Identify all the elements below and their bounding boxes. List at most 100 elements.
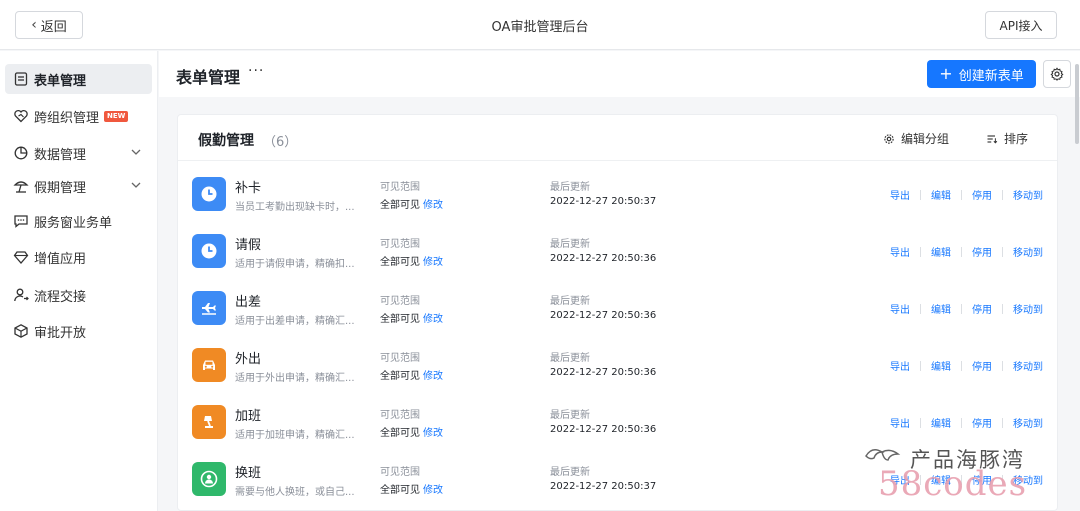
sidebar-item-data-management[interactable]: 数据管理: [5, 138, 152, 168]
scrollbar[interactable]: [1075, 64, 1079, 144]
edit-link[interactable]: 编辑: [931, 358, 951, 373]
edit-link[interactable]: 编辑: [931, 472, 951, 487]
modify-link[interactable]: 修改: [423, 428, 443, 439]
divider: [920, 360, 921, 371]
export-link[interactable]: 导出: [890, 358, 910, 373]
edit-link[interactable]: 编辑: [931, 187, 951, 202]
divider: [1002, 246, 1003, 257]
form-description: 需要与他人换班，或自己...: [235, 487, 355, 498]
sidebar-item-form-management[interactable]: 表单管理: [5, 64, 152, 94]
page-title: 表单管理: [176, 68, 241, 87]
form-group-card: 假勤管理 （6） 编辑分组 排序 补卡 当员工考勤出现缺卡时，... 可见范围 …: [177, 114, 1058, 511]
clock-icon: [192, 177, 226, 211]
sidebar-item-process-handover[interactable]: 流程交接: [5, 280, 152, 310]
disable-link[interactable]: 停用: [972, 358, 992, 373]
sidebar-item-label: 服务窗业务单: [34, 215, 113, 231]
divider: [1002, 189, 1003, 200]
more-options-icon[interactable]: ···: [248, 63, 264, 79]
disable-link[interactable]: 停用: [972, 301, 992, 316]
chevron-down-icon[interactable]: [130, 179, 142, 191]
modify-link[interactable]: 修改: [423, 200, 443, 211]
divider: [920, 474, 921, 485]
sidebar-item-cross-org[interactable]: 跨组织管理 NEW: [5, 101, 152, 131]
divider: [961, 303, 962, 314]
form-name[interactable]: 请假: [235, 234, 261, 253]
updated-label: 最后更新: [550, 410, 590, 421]
divider: [1002, 474, 1003, 485]
create-form-button[interactable]: + 创建新表单: [927, 60, 1036, 88]
sort-button[interactable]: 排序: [986, 130, 1028, 147]
updated-value: 2022-12-27 20:50:37: [550, 481, 657, 492]
edit-group-label: 编辑分组: [901, 132, 950, 146]
export-link[interactable]: 导出: [890, 244, 910, 259]
visibility-label: 可见范围: [380, 182, 420, 193]
form-row: 换班 需要与他人换班，或自己... 可见范围 全部可见 修改 最后更新 2022-…: [178, 453, 1057, 510]
disable-link[interactable]: 停用: [972, 187, 992, 202]
export-link[interactable]: 导出: [890, 415, 910, 430]
divider: [961, 246, 962, 257]
visibility-label: 可见范围: [380, 467, 420, 478]
form-description: 适用于出差申请，精确汇...: [235, 316, 355, 327]
edit-link[interactable]: 编辑: [931, 244, 951, 259]
divider: [961, 360, 962, 371]
settings-button[interactable]: [1043, 60, 1071, 88]
sort-icon: [987, 134, 998, 143]
diamond-icon: [13, 249, 29, 265]
sidebar-item-leave-management[interactable]: 假期管理: [5, 171, 152, 201]
modify-link[interactable]: 修改: [423, 485, 443, 496]
disable-link[interactable]: 停用: [972, 415, 992, 430]
disable-link[interactable]: 停用: [972, 244, 992, 259]
top-bar: ‹ 返回 OA审批管理后台 API接入: [0, 0, 1080, 50]
sidebar-item-service-window[interactable]: 服务窗业务单: [5, 206, 152, 236]
form-name[interactable]: 换班: [235, 462, 261, 481]
modify-link[interactable]: 修改: [423, 314, 443, 325]
row-actions: 导出 编辑 停用 移动到: [890, 358, 1043, 373]
visibility-text: 全部可见: [380, 485, 420, 496]
export-link[interactable]: 导出: [890, 301, 910, 316]
modify-link[interactable]: 修改: [423, 371, 443, 382]
form-name[interactable]: 加班: [235, 405, 261, 424]
export-link[interactable]: 导出: [890, 472, 910, 487]
sidebar-item-label: 流程交接: [34, 289, 87, 305]
updated-label: 最后更新: [550, 239, 590, 250]
export-link[interactable]: 导出: [890, 187, 910, 202]
sidebar-item-label: 数据管理: [34, 147, 87, 163]
sidebar-item-value-added[interactable]: 增值应用: [5, 242, 152, 272]
divider: [920, 246, 921, 257]
updated-value: 2022-12-27 20:50:36: [550, 424, 657, 435]
modify-link[interactable]: 修改: [423, 257, 443, 268]
updated-label: 最后更新: [550, 296, 590, 307]
move-to-link[interactable]: 移动到: [1013, 415, 1043, 430]
form-name[interactable]: 出差: [235, 291, 261, 310]
api-access-button[interactable]: API接入: [985, 11, 1057, 39]
visibility-value: 全部可见 修改: [380, 196, 443, 211]
form-name[interactable]: 补卡: [235, 177, 261, 196]
chevron-down-icon[interactable]: [130, 146, 142, 158]
visibility-label: 可见范围: [380, 239, 420, 250]
disable-link[interactable]: 停用: [972, 472, 992, 487]
move-to-link[interactable]: 移动到: [1013, 187, 1043, 202]
plus-icon: +: [939, 64, 953, 83]
form-description: 适用于外出申请，精确汇...: [235, 373, 355, 384]
edit-link[interactable]: 编辑: [931, 301, 951, 316]
shift-icon: [192, 462, 226, 496]
visibility-value: 全部可见 修改: [380, 367, 443, 382]
move-to-link[interactable]: 移动到: [1013, 358, 1043, 373]
sidebar-item-label: 增值应用: [34, 251, 87, 267]
move-to-link[interactable]: 移动到: [1013, 301, 1043, 316]
row-actions: 导出 编辑 停用 移动到: [890, 472, 1043, 487]
sidebar-item-label: 假期管理: [34, 180, 87, 196]
move-to-link[interactable]: 移动到: [1013, 472, 1043, 487]
chat-icon: [13, 213, 29, 229]
edit-group-button[interactable]: 编辑分组: [883, 130, 949, 147]
sidebar: 表单管理 跨组织管理 NEW 数据管理 假期管理 服务窗业务单 增值应用 流程交…: [0, 51, 158, 511]
edit-link[interactable]: 编辑: [931, 415, 951, 430]
divider: [1002, 303, 1003, 314]
form-name[interactable]: 外出: [235, 348, 261, 367]
form-row: 请假 适用于请假申请，精确扣... 可见范围 全部可见 修改 最后更新 2022-…: [178, 225, 1057, 282]
divider: [1002, 360, 1003, 371]
sidebar-item-approval-open[interactable]: 审批开放: [5, 316, 152, 346]
user-transfer-icon: [13, 287, 29, 303]
form-row: 外出 适用于外出申请，精确汇... 可见范围 全部可见 修改 最后更新 2022-…: [178, 339, 1057, 396]
move-to-link[interactable]: 移动到: [1013, 244, 1043, 259]
